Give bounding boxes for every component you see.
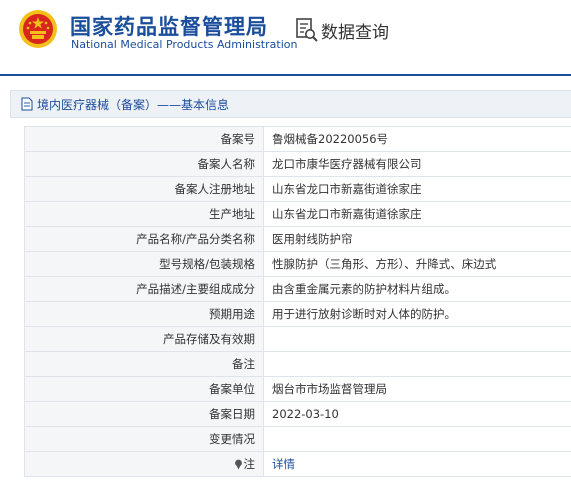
table-row: 型号规格/包装规格 性腺防护（三角形、方形）、升降式、床边式 <box>24 251 571 277</box>
header-divider <box>0 74 571 76</box>
table-row: 产品存储及有效期 <box>24 326 571 352</box>
section-header: 境内医疗器械（备案）——基本信息 <box>10 90 571 118</box>
row-value: 用于进行放射诊断时对人体的防护。 <box>263 301 571 327</box>
table-row: 备案日期 2022-03-10 <box>24 401 571 427</box>
data-query-link[interactable]: 数据查询 <box>321 18 389 43</box>
info-table: 备案号 鲁烟械备20220056号 备案人名称 龙口市康华医疗器械有限公司 备案人注册地… <box>24 126 571 477</box>
row-value: 烟台市市场监督管理局 <box>263 376 571 402</box>
table-row: 产品描述/主要组成成分 由含重金属元素的防护材料片组成。 <box>24 276 571 302</box>
row-label: 产品名称/产品分类名称 <box>24 226 264 252</box>
site-title-en: National Medical Products Administration <box>71 38 298 51</box>
row-value <box>263 326 571 352</box>
table-row: 备案人名称 龙口市康华医疗器械有限公司 <box>24 151 571 177</box>
row-label: 预期用途 <box>24 301 264 327</box>
row-label: 备案人注册地址 <box>24 176 264 202</box>
row-value <box>263 426 571 452</box>
table-row: 备案人注册地址 山东省龙口市新嘉街道徐家庄 <box>24 176 571 202</box>
row-label: 备案人名称 <box>24 151 264 177</box>
table-row: 变更情况 <box>24 426 571 452</box>
row-label: 备案日期 <box>24 401 264 427</box>
table-row: 生产地址 山东省龙口市新嘉街道徐家庄 <box>24 201 571 227</box>
row-value: 山东省龙口市新嘉街道徐家庄 <box>263 176 571 202</box>
row-value: 山东省龙口市新嘉街道徐家庄 <box>263 201 571 227</box>
note-pin-icon <box>234 459 242 470</box>
table-row: 备案号 鲁烟械备20220056号 <box>24 126 571 152</box>
row-label: 型号规格/包装规格 <box>24 251 264 277</box>
table-row: 预期用途 用于进行放射诊断时对人体的防护。 <box>24 301 571 327</box>
table-row: 产品名称/产品分类名称 医用射线防护帘 <box>24 226 571 252</box>
row-label: 注 <box>24 451 264 477</box>
row-value: 2022-03-10 <box>263 401 571 427</box>
row-value: 性腺防护（三角形、方形）、升降式、床边式 <box>263 251 571 277</box>
row-label: 变更情况 <box>24 426 264 452</box>
details-link[interactable]: 详情 <box>272 457 295 471</box>
row-value <box>263 351 571 377</box>
document-icon <box>21 97 33 111</box>
row-label: 产品存储及有效期 <box>24 326 264 352</box>
national-emblem-icon <box>19 10 57 48</box>
row-label: 备案号 <box>24 126 264 152</box>
row-value: 由含重金属元素的防护材料片组成。 <box>263 276 571 302</box>
table-row-note: 注 详情 <box>24 451 571 477</box>
row-label: 备注 <box>24 351 264 377</box>
data-query-icon[interactable] <box>296 18 318 42</box>
site-header: 国家药品监督管理局 National Medical Products Admi… <box>0 0 571 74</box>
note-label: 注 <box>243 457 256 471</box>
row-value: 龙口市康华医疗器械有限公司 <box>263 151 571 177</box>
table-row: 备注 <box>24 351 571 377</box>
site-title-cn: 国家药品监督管理局 <box>70 15 268 39</box>
section-title: 境内医疗器械（备案）——基本信息 <box>37 98 230 112</box>
row-value: 详情 <box>263 451 571 477</box>
row-value: 医用射线防护帘 <box>263 226 571 252</box>
info-table-container: 备案号 鲁烟械备20220056号 备案人名称 龙口市康华医疗器械有限公司 备案人注册地… <box>24 126 571 477</box>
row-label: 产品描述/主要组成成分 <box>24 276 264 302</box>
row-label: 生产地址 <box>24 201 264 227</box>
row-label: 备案单位 <box>24 376 264 402</box>
row-value: 鲁烟械备20220056号 <box>263 126 571 152</box>
table-row: 备案单位 烟台市市场监督管理局 <box>24 376 571 402</box>
